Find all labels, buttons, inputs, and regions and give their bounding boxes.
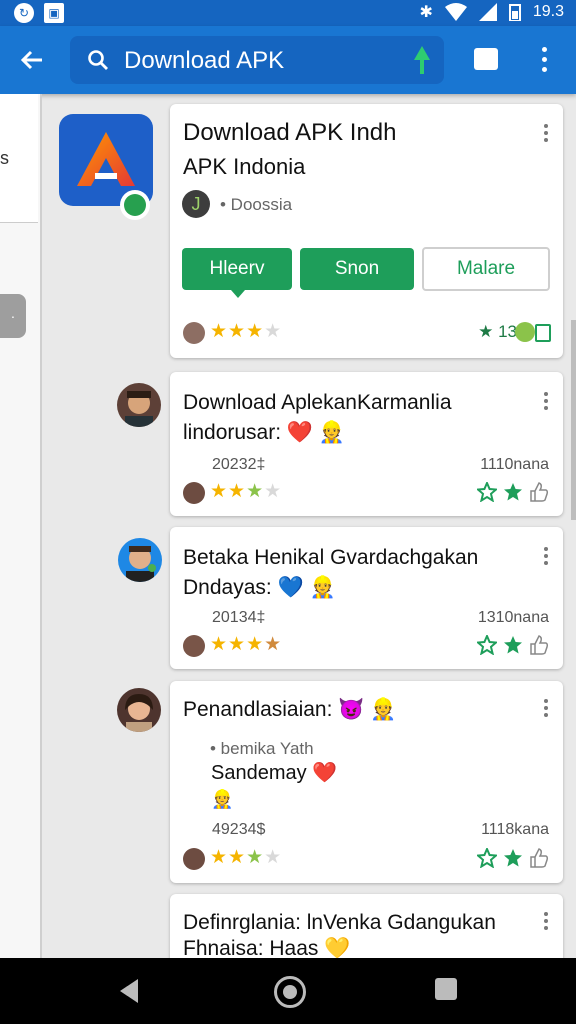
commenter-avatar[interactable] [118,538,162,582]
favorite-star-filled-icon[interactable] [503,848,523,868]
favorite-star-filled-icon[interactable] [503,635,523,655]
app-title: Download APK Indh [183,119,397,146]
status-bar: ↻ ▣ ✱ 19.3 [0,0,576,26]
secondary-button[interactable]: Snon [300,248,414,290]
chat-badge-icon [120,190,150,220]
drawer-card[interactable]: s [0,94,38,223]
sync-notification-icon: ↻ [14,3,34,23]
reviewer-avatar [183,322,205,344]
search-bar[interactable]: Download APK [70,36,444,84]
commenter-avatar[interactable] [117,383,161,427]
comment-size: 1118kana [481,821,549,838]
card-menu-icon[interactable] [543,547,549,568]
comment-size: 1310nana [477,609,549,626]
drawer-card-text: s [0,148,9,168]
reviewer-avatar [183,482,205,504]
comment-date: 20232‡ [212,456,266,473]
search-query: Download APK [124,47,285,74]
side-drawer: s · [0,94,42,958]
comment-date: 20134‡ [212,609,266,626]
favorite-star-filled-icon[interactable] [503,482,523,502]
nav-home-icon[interactable] [274,976,306,1008]
outline-button[interactable]: Malare [422,247,550,291]
card-menu-icon[interactable] [543,392,549,413]
scrollbar[interactable] [571,320,576,520]
app-bar: Download APK [0,26,576,94]
system-nav-bar [0,958,576,1024]
comment-title: Penandlasiaian: 😈 👷 [183,698,397,721]
smiley-icon [515,322,535,342]
nav-recents-icon[interactable] [435,978,457,1000]
reviewer-avatar [183,848,205,870]
bluetooth-icon: ✱ [419,4,433,21]
favorite-star-icon[interactable] [477,848,497,868]
tabs-icon[interactable] [474,48,498,70]
card-menu-icon[interactable] [543,699,549,720]
wifi-icon [444,3,467,21]
overflow-menu-icon[interactable] [532,42,556,78]
rating-stars: ★★★★ [210,481,283,502]
comment-emoji: 👷 [211,789,234,809]
comment-card[interactable]: Penandlasiaian: 😈 👷 • bemika Yath Sandem… [170,681,563,883]
battery-icon [508,4,521,21]
rating-count: ★ 13 [478,322,517,341]
developer-avatar: J [182,190,210,218]
developer-name[interactable]: • Doossia [220,195,292,215]
comment-title: Download AplekanKarmanlia [183,391,452,414]
rating-stars: ★★★★ [210,847,283,868]
button-pointer [231,290,245,298]
app-card[interactable]: Download APK Indh APK Indonia J • Doossi… [170,104,563,358]
search-icon [88,50,108,70]
rating-stars: ★★★★ [210,321,283,342]
nav-back-icon[interactable] [118,978,140,1004]
card-menu-icon[interactable] [543,912,549,933]
reviewer-avatar [183,635,205,657]
comment-size: 1110nana [480,456,549,473]
thumb-up-icon[interactable] [529,848,549,868]
comment-card[interactable]: Betaka Henikal Gvardachgakan Dndayas: 💙 … [170,527,563,669]
app-subtitle: APK Indonia [183,154,306,179]
comment-title: Betaka Henikal Gvardachgakan [183,546,479,569]
signal-icon [478,3,497,21]
drawer-handle[interactable]: · [0,294,26,338]
share-icon[interactable] [535,324,551,342]
comment-bullet: • bemika Yath [210,739,314,758]
comment-line: Sandemay ❤️ [211,762,338,784]
voice-search-icon[interactable] [412,46,432,74]
image-notification-icon: ▣ [44,3,64,23]
comment-date: 49234$ [212,821,266,838]
card-menu-icon[interactable] [543,124,549,145]
thumb-up-icon[interactable] [529,482,549,502]
primary-button[interactable]: Hleerv [182,248,292,290]
rating-stars: ★★★★ [210,634,283,655]
back-arrow-icon[interactable] [16,44,48,76]
favorite-star-icon[interactable] [477,482,497,502]
favorite-star-icon[interactable] [477,635,497,655]
clock: 19.3 [532,3,564,20]
comment-card[interactable]: Download AplekanKarmanlia lindorusar: ❤️… [170,372,563,516]
comment-title: Definrglania: lnVenka Gdangukan [183,911,496,934]
comment-subtitle: lindorusar: ❤️ 👷 [183,421,346,444]
comment-subtitle: Dndayas: 💙 👷 [183,576,336,599]
commenter-avatar[interactable] [117,688,161,732]
thumb-up-icon[interactable] [529,635,549,655]
